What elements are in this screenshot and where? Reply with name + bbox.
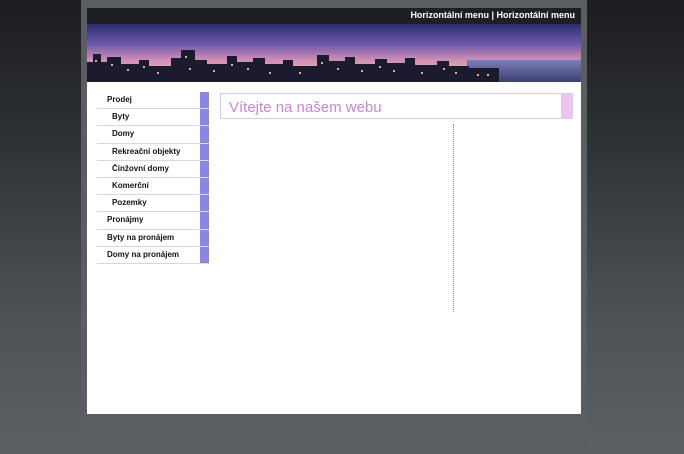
sidebar-item-byty-na-pronajem[interactable]: Byty na pronájem — [97, 229, 209, 247]
horizontal-menu-link-2[interactable]: Horizontální menu — [497, 10, 576, 20]
content-column-divider — [453, 124, 454, 312]
sidebar-item-stripe — [200, 195, 209, 212]
sidebar-item-stripe — [200, 126, 209, 143]
sidebar-item-stripe — [200, 92, 209, 109]
sidebar-item-prodej[interactable]: Prodej — [97, 92, 209, 110]
sidebar-item-label: Prodej — [107, 95, 132, 104]
sidebar-item-stripe — [200, 212, 209, 229]
sidebar-item-rekreacni-objekty[interactable]: Rekreační objekty — [97, 143, 209, 161]
heading-accent-block — [561, 94, 572, 118]
sidebar-item-label: Byty na pronájem — [107, 232, 175, 242]
sidebar-item-label: Pozemky — [112, 198, 147, 208]
sidebar-item-stripe — [200, 160, 209, 177]
sidebar-item-label: Komerční — [112, 180, 149, 190]
sidebar-item-label: Domy na pronájem — [107, 249, 180, 259]
sidebar-item-stripe — [200, 109, 209, 126]
sidebar-item-stripe — [200, 229, 209, 246]
sidebar-item-byty[interactable]: Byty — [97, 109, 209, 127]
top-navigation-bar: Horizontální menu | Horizontální menu — [87, 8, 581, 24]
horizontal-menu: Horizontální menu | Horizontální menu — [410, 10, 575, 21]
sidebar-item-stripe — [200, 143, 209, 160]
sidebar-item-domy[interactable]: Domy — [97, 126, 209, 144]
sidebar-item-label: Domy — [112, 129, 135, 139]
sidebar-item-label: Činžovní domy — [112, 163, 169, 173]
sidebar-item-stripe — [200, 177, 209, 195]
welcome-heading-box: Vítejte na našem webu — [220, 93, 573, 119]
sidebar-item-pronajmy[interactable]: Pronájmy — [97, 212, 209, 230]
sidebar-item-label: Byty — [112, 112, 130, 122]
sidebar-item-label: Pronájmy — [107, 215, 144, 225]
horizontal-menu-link-1[interactable]: Horizontální menu — [410, 10, 489, 20]
sidebar-item-cinzovni-domy[interactable]: Činžovní domy — [97, 160, 209, 178]
page-title: Vítejte na našem webu — [229, 99, 382, 116]
sidebar-item-domy-na-pronajem[interactable]: Domy na pronájem — [97, 246, 209, 264]
sidebar-item-pozemky[interactable]: Pozemky — [97, 195, 209, 213]
sidebar-item-komercni[interactable]: Komerční — [97, 177, 209, 196]
header-banner-image — [87, 24, 581, 82]
sidebar-item-stripe — [200, 246, 209, 263]
sidebar-item-label: Rekreační objekty — [112, 146, 181, 156]
sidebar-menu: Prodej Byty Domy Rekreační objekty Činžo… — [97, 92, 209, 264]
city-skyline-image — [87, 24, 581, 82]
horizontal-menu-separator: | — [491, 10, 494, 20]
